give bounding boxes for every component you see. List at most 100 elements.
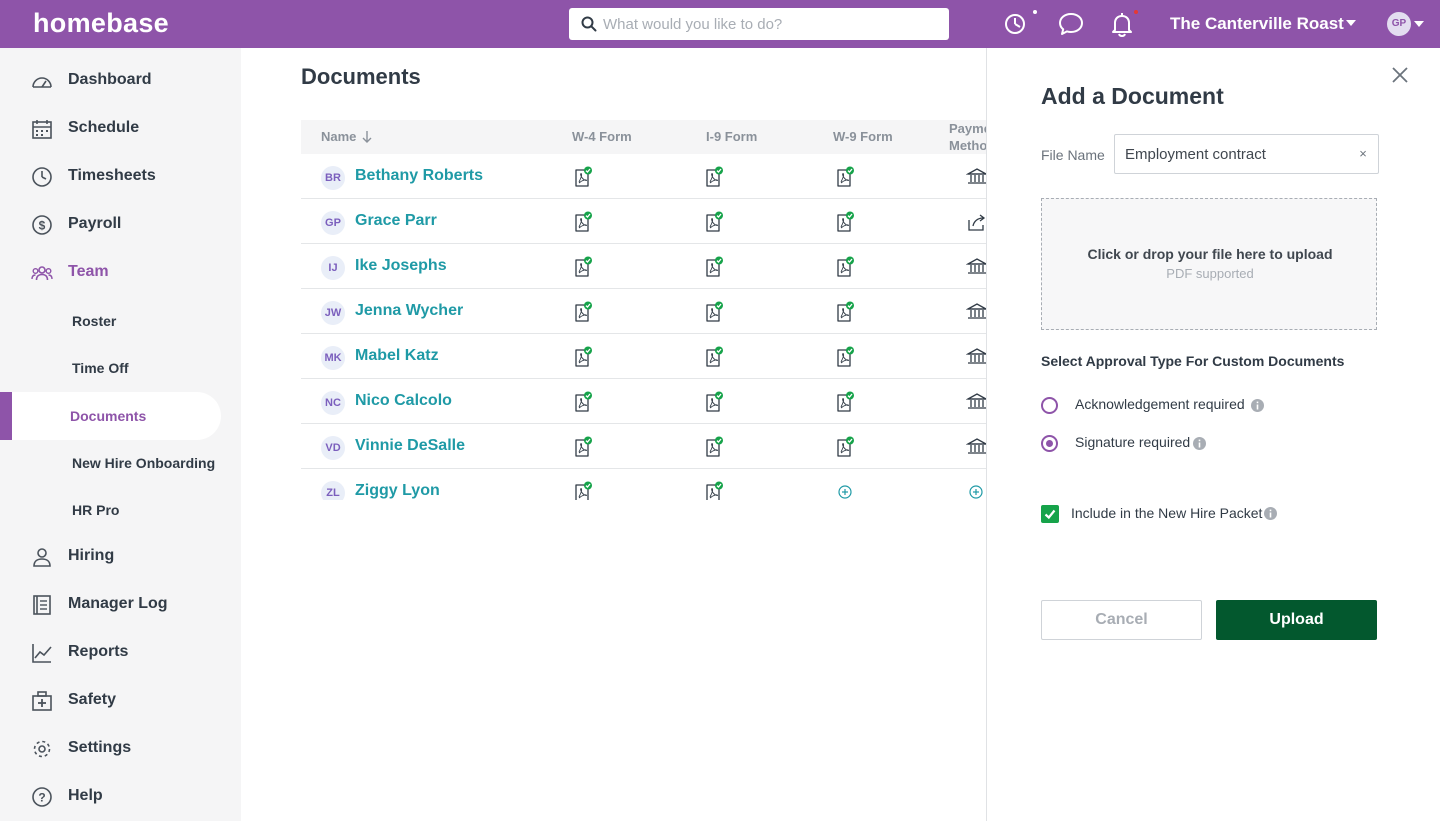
sidebar-subitem-time-off[interactable]: Time Off (0, 348, 241, 388)
pdf-check-icon[interactable] (704, 211, 724, 233)
employee-name-link[interactable]: Ziggy Lyon (355, 482, 440, 500)
pdf-check-icon[interactable] (573, 436, 593, 458)
signature-radio-label[interactable]: Signature required (1075, 434, 1190, 450)
employee-name-link[interactable]: Grace Parr (355, 212, 437, 230)
new-hire-packet-checkbox[interactable] (1041, 505, 1059, 523)
table-row[interactable]: IJ Ike Josephs (301, 244, 987, 289)
add-circle-icon[interactable] (966, 481, 986, 500)
sidebar-subitem-documents[interactable]: Documents (0, 392, 221, 440)
table-row[interactable]: NC Nico Calcolo (301, 379, 987, 424)
sidebar-item-hiring[interactable]: Hiring (0, 537, 241, 577)
pdf-check-icon[interactable] (573, 346, 593, 368)
info-icon[interactable] (1251, 399, 1264, 412)
bank-icon[interactable] (965, 391, 987, 413)
employee-name-link[interactable]: Jenna Wycher (355, 302, 463, 320)
pdf-check-icon[interactable] (704, 256, 724, 278)
pdf-check-icon[interactable] (835, 436, 855, 458)
sidebar-subitem-label: Documents (70, 408, 147, 424)
table-row[interactable]: ZL Ziggy Lyon (301, 469, 987, 500)
checkmark-icon (1044, 509, 1056, 520)
pdf-check-icon[interactable] (573, 391, 593, 413)
employee-name-link[interactable]: Nico Calcolo (355, 392, 452, 410)
pdf-check-icon[interactable] (704, 391, 724, 413)
pdf-check-icon[interactable] (835, 301, 855, 323)
sidebar-item-dashboard[interactable]: Dashboard (0, 61, 241, 101)
add-circle-icon[interactable] (835, 481, 855, 500)
sidebar-item-reports[interactable]: Reports (0, 633, 241, 673)
pdf-check-icon[interactable] (704, 166, 724, 188)
pdf-check-icon[interactable] (835, 346, 855, 368)
employee-avatar: BR (321, 166, 345, 190)
close-icon[interactable] (1391, 66, 1409, 84)
bank-icon[interactable] (965, 166, 987, 188)
documents-table: Name W-4 Form I-9 Form W-9 Form Payment … (301, 120, 987, 500)
sidebar-subitem-new-hire-onboarding[interactable]: New Hire Onboarding (0, 443, 241, 483)
share-icon[interactable] (966, 211, 986, 233)
sidebar-item-timesheets[interactable]: Timesheets (0, 157, 241, 197)
table-row[interactable]: JW Jenna Wycher (301, 289, 987, 334)
pdf-check-icon[interactable] (704, 436, 724, 458)
upload-button[interactable]: Upload (1216, 600, 1377, 640)
pdf-check-icon[interactable] (835, 256, 855, 278)
chat-icon[interactable] (1057, 10, 1085, 38)
file-name-field[interactable]: × (1114, 134, 1379, 174)
employee-name-link[interactable]: Mabel Katz (355, 347, 439, 365)
sidebar-item-payroll[interactable]: $ Payroll (0, 205, 241, 245)
sidebar-subitem-hr-pro[interactable]: HR Pro (0, 490, 241, 530)
cancel-button[interactable]: Cancel (1041, 600, 1202, 640)
pdf-check-icon[interactable] (573, 166, 593, 188)
employee-name-link[interactable]: Bethany Roberts (355, 167, 483, 185)
acknowledgement-radio[interactable] (1041, 397, 1058, 414)
table-row[interactable]: VD Vinnie DeSalle (301, 424, 987, 469)
sidebar-item-team[interactable]: Team (0, 253, 241, 293)
file-drop-zone[interactable]: Click or drop your file here to upload P… (1041, 198, 1377, 330)
panel-title: Add a Document (1041, 83, 1224, 109)
sort-arrow-down-icon[interactable] (362, 131, 372, 143)
column-header-name[interactable]: Name (321, 129, 372, 144)
sidebar-item-safety[interactable]: Safety (0, 681, 241, 721)
page-title: Documents (301, 64, 421, 89)
pdf-check-icon[interactable] (704, 346, 724, 368)
pdf-check-icon[interactable] (835, 391, 855, 413)
file-name-input[interactable] (1125, 135, 1350, 173)
pdf-check-icon[interactable] (835, 166, 855, 188)
bell-icon[interactable] (1108, 10, 1136, 38)
search-box[interactable] (569, 8, 949, 40)
chevron-down-icon[interactable] (1346, 20, 1356, 26)
user-avatar[interactable]: GP (1387, 12, 1411, 36)
pdf-check-icon[interactable] (573, 211, 593, 233)
first-aid-icon (32, 691, 52, 711)
employee-name-link[interactable]: Vinnie DeSalle (355, 437, 465, 455)
employee-name-link[interactable]: Ike Josephs (355, 257, 447, 275)
sidebar-item-schedule[interactable]: Schedule (0, 109, 241, 149)
sidebar-item-manager-log[interactable]: Manager Log (0, 585, 241, 625)
pdf-check-icon[interactable] (573, 481, 593, 500)
location-selector[interactable]: The Canterville Roast (1170, 14, 1344, 34)
bank-icon[interactable] (965, 436, 987, 458)
pdf-check-icon[interactable] (573, 301, 593, 323)
pdf-check-icon[interactable] (835, 211, 855, 233)
pdf-check-icon[interactable] (573, 256, 593, 278)
bank-icon[interactable] (965, 256, 987, 278)
table-row[interactable]: MK Mabel Katz (301, 334, 987, 379)
table-row[interactable]: BR Bethany Roberts (301, 154, 987, 199)
clear-input-icon[interactable]: × (1355, 145, 1371, 163)
signature-radio[interactable] (1041, 435, 1058, 452)
bank-icon[interactable] (965, 346, 987, 368)
search-icon (581, 16, 597, 32)
pdf-check-icon[interactable] (704, 481, 724, 500)
chevron-down-icon[interactable] (1414, 21, 1424, 27)
new-hire-packet-label[interactable]: Include in the New Hire Packet (1071, 505, 1262, 521)
sidebar-item-settings[interactable]: Settings (0, 729, 241, 769)
info-icon[interactable] (1264, 507, 1277, 520)
table-row[interactable]: GP Grace Parr (301, 199, 987, 244)
acknowledgement-radio-label[interactable]: Acknowledgement required (1075, 396, 1245, 412)
sidebar-item-help[interactable]: ? Help (0, 777, 241, 817)
sidebar-subitem-roster[interactable]: Roster (0, 301, 241, 341)
search-input[interactable] (603, 8, 933, 40)
homebase-logo[interactable]: homebase (33, 8, 169, 39)
bank-icon[interactable] (965, 301, 987, 323)
clock-icon[interactable] (1002, 10, 1030, 38)
info-icon[interactable] (1193, 437, 1206, 450)
pdf-check-icon[interactable] (704, 301, 724, 323)
